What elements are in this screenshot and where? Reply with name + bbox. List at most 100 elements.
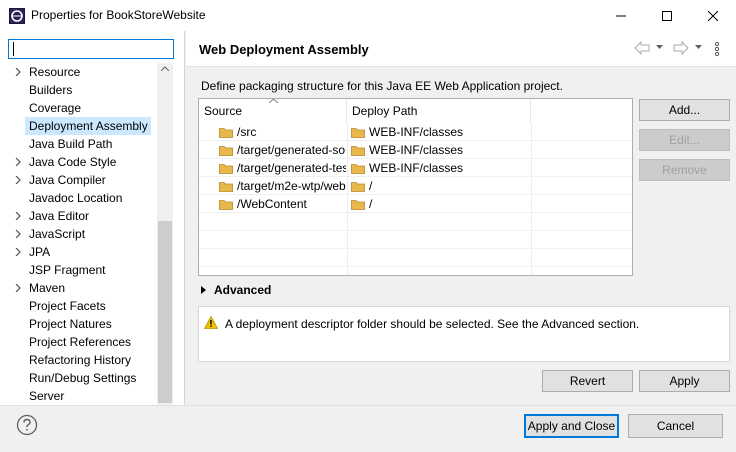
tree-item[interactable]: Coverage [0,99,173,117]
tree-item[interactable]: Refactoring History [0,351,173,369]
forward-menu-chevron-icon[interactable] [695,45,702,50]
deploy-path-cell: WEB-INF/classes [351,160,529,176]
column-header-deploy-path[interactable]: Deploy Path [347,99,531,123]
window-title: Properties for BookStoreWebsite [31,8,206,22]
tree-item[interactable]: Project References [0,333,173,351]
table-row[interactable]: /target/generated-test-sources WEB-INF/cl… [199,159,632,177]
folder-icon [219,199,233,210]
cancel-button[interactable]: Cancel [628,414,723,438]
tree-item-label: Run/Debug Settings [29,371,137,385]
column-header-source[interactable]: Source [199,99,347,123]
text-caret [13,42,14,56]
chevron-right-icon[interactable] [14,248,22,256]
folder-icon [351,145,365,156]
deploy-path: / [369,179,373,193]
maximize-button[interactable] [644,0,690,31]
chevron-right-icon[interactable] [14,230,22,238]
table-row[interactable]: /target/m2e-wtp/web-resources / [199,177,632,195]
tree-item[interactable]: Java Build Path [0,135,173,153]
table-row[interactable]: /WebContent / [199,195,632,213]
table-row [199,249,632,267]
tree-item[interactable]: Resource [0,63,173,81]
apply-and-close-button[interactable]: Apply and Close [524,414,619,438]
scroll-thumb[interactable] [158,221,172,403]
source-cell: /target/m2e-wtp/web-resources [219,178,346,194]
tree-item[interactable]: JSP Fragment [0,261,173,279]
footer-separator [0,405,736,406]
filter-input[interactable] [8,39,174,59]
folder-icon [351,181,365,192]
table-row[interactable]: /src WEB-INF/classes [199,123,632,141]
folder-icon [351,163,365,174]
tree-item[interactable]: Javadoc Location [0,189,173,207]
tree-item-label: Java Editor [29,209,90,223]
tree-item-label: Project Natures [29,317,112,331]
deploy-path: WEB-INF/classes [369,125,464,139]
back-arrow-icon[interactable] [634,41,650,55]
revert-button[interactable]: Revert [542,370,633,392]
tree-item[interactable]: Maven [0,279,173,297]
source-cell: /WebContent [219,196,346,212]
remove-button[interactable]: Remove [639,159,730,181]
tree-item-label: Java Compiler [29,173,106,187]
tree-item[interactable]: Project Natures [0,315,173,333]
source-path: /WebContent [237,197,307,211]
scroll-up-icon[interactable] [161,66,169,71]
tree-item-label: Project References [29,335,132,349]
tree-item[interactable]: Project Facets [0,297,173,315]
tree-item-label: Java Build Path [29,137,113,151]
chevron-right-icon[interactable] [14,68,22,76]
close-button[interactable] [690,0,736,31]
edit-button[interactable]: Edit... [639,129,730,151]
tree-item-label: JPA [29,245,51,259]
page-title: Web Deployment Assembly [199,42,369,57]
back-menu-chevron-icon[interactable] [656,45,663,50]
tree-item[interactable]: Java Editor [0,207,173,225]
tree-item-label: Maven [29,281,66,295]
tree-item[interactable]: Java Code Style [0,153,173,171]
tree-item-label: Project Facets [29,299,106,313]
tree-scrollbar[interactable] [157,63,173,405]
tree-item[interactable]: Server [0,387,173,405]
chevron-right-icon[interactable] [14,212,22,220]
chevron-right-icon [201,286,206,294]
chevron-right-icon[interactable] [14,176,22,184]
tree-item[interactable]: Deployment Assembly [0,117,173,135]
minimize-icon [616,15,626,16]
tree-item[interactable]: Java Compiler [0,171,173,189]
minimize-button[interactable] [598,0,644,31]
folder-icon [219,163,233,174]
deploy-path: WEB-INF/classes [369,143,464,157]
apply-button[interactable]: Apply [639,370,730,392]
help-icon[interactable] [16,414,38,436]
tree-item[interactable]: Run/Debug Settings [0,369,173,387]
deploy-path-cell: / [351,178,529,194]
tree-item-label: Builders [29,83,73,97]
eclipse-icon [9,8,25,24]
tree-item-label: Java Code Style [29,155,117,169]
tree-item[interactable]: JPA [0,243,173,261]
chevron-right-icon[interactable] [14,284,22,292]
source-path: /target/m2e-wtp/web-resources [237,179,346,193]
tree-item[interactable]: JavaScript [0,225,173,243]
table-row[interactable]: /target/generated-sources WEB-INF/classes [199,141,632,159]
folder-icon [219,145,233,156]
tree-item-label: Server [29,389,65,403]
page-header: Web Deployment Assembly [186,31,736,67]
view-menu-icon[interactable] [714,41,720,57]
tree-item-label: JavaScript [29,227,86,241]
tree-item-label: Refactoring History [29,353,132,367]
chevron-right-icon[interactable] [14,158,22,166]
deploy-path: / [369,197,373,211]
title-bar: Properties for BookStoreWebsite [0,0,736,31]
add-button[interactable]: Add... [639,99,730,121]
forward-arrow-icon[interactable] [673,41,689,55]
table-row [199,213,632,231]
deploy-path-cell: / [351,196,529,212]
message-area: A deployment descriptor folder should be… [198,306,730,362]
advanced-section-toggle[interactable]: Advanced [200,283,271,297]
tree-item[interactable]: Builders [0,81,173,99]
source-cell: /src [219,124,346,140]
deploy-path-cell: WEB-INF/classes [351,142,529,158]
folder-icon [351,199,365,210]
